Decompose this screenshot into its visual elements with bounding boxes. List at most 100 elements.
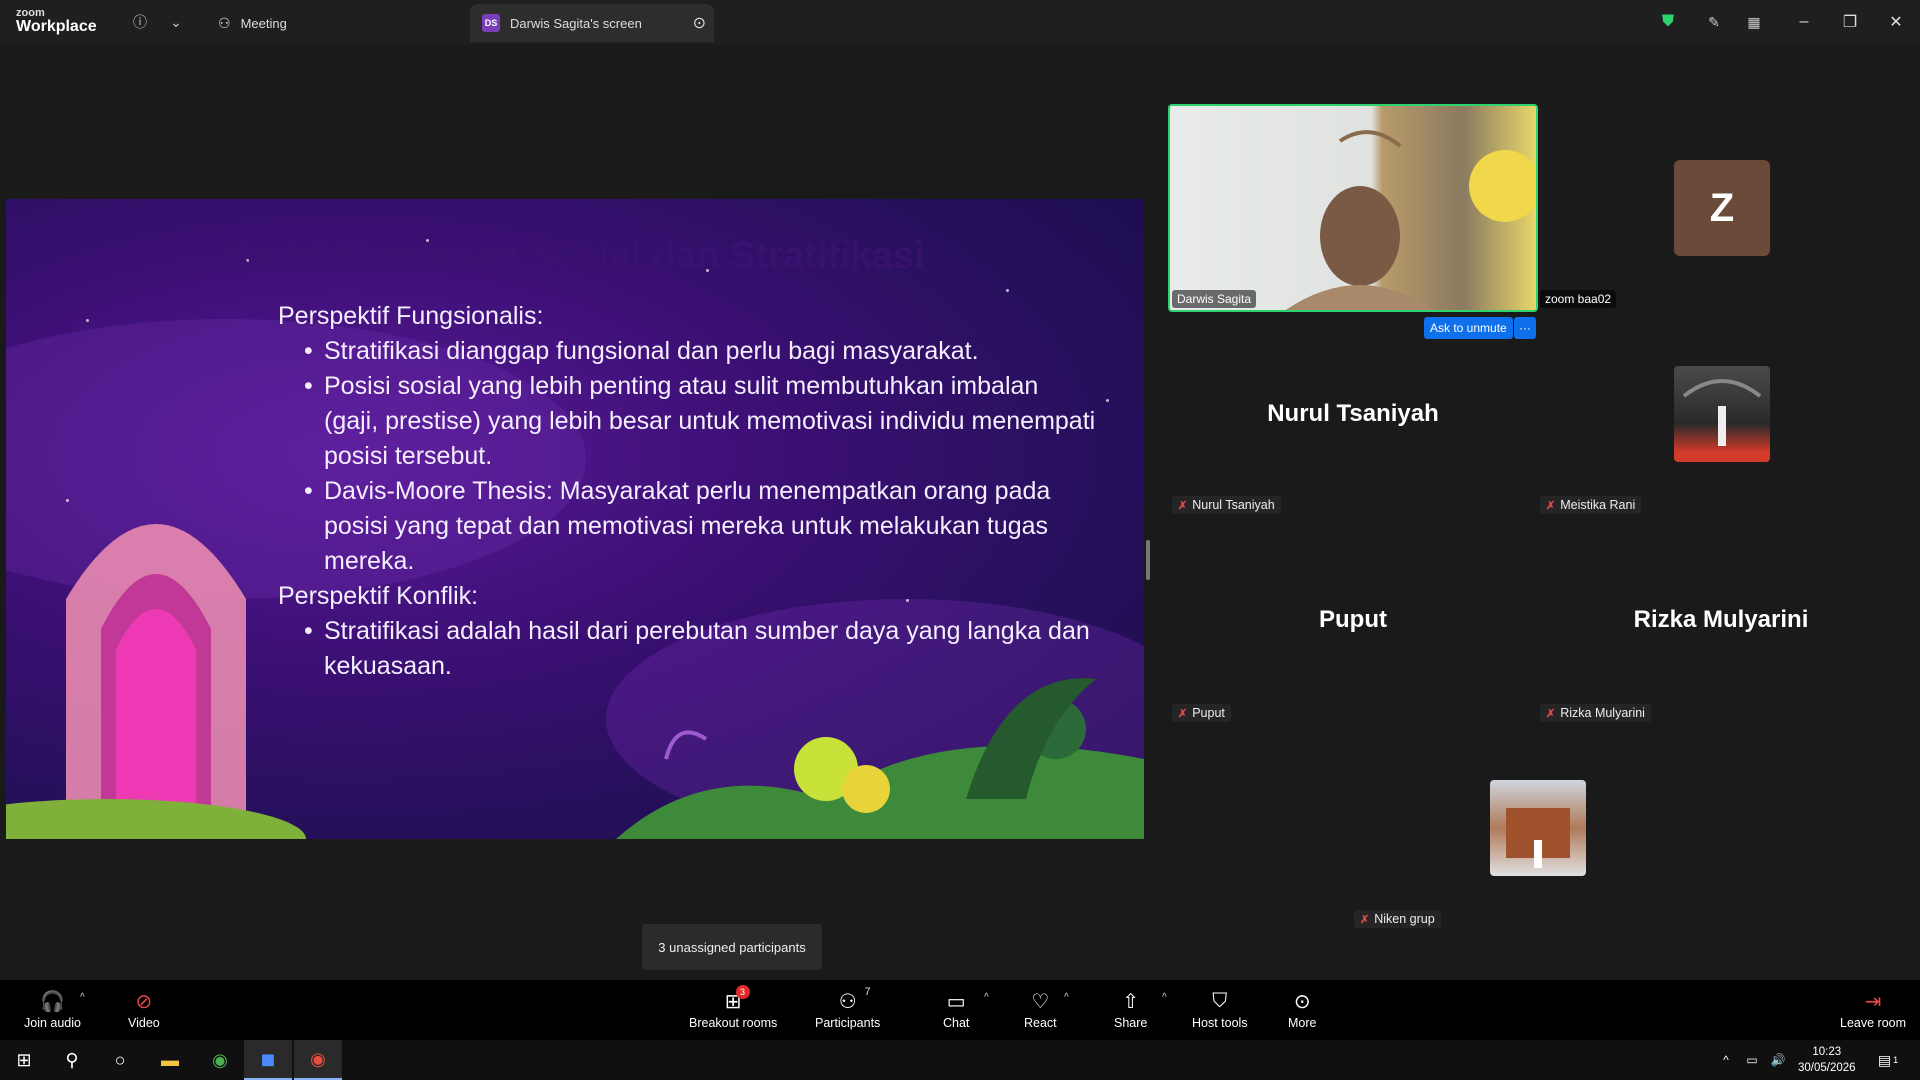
network-icon[interactable]: ▭ bbox=[1740, 1040, 1764, 1080]
meeting-controls: 🎧 Join audio ^ ⊘ Video ⊞ 3 Breakout rooms… bbox=[0, 980, 1920, 1040]
more-icon: ⊙ bbox=[1293, 990, 1311, 1013]
shield-icon: ⛉ bbox=[1212, 989, 1228, 1012]
participant-chip-puput: ✗ Puput bbox=[1172, 704, 1231, 722]
list-fungsionalis: Stratifikasi dianggap fungsional dan per… bbox=[304, 334, 1098, 579]
name-nurul: Nurul Tsaniyah bbox=[1267, 400, 1439, 427]
chat-icon: ▭ bbox=[946, 990, 966, 1013]
participants-button[interactable]: ⚇ 7 Participants bbox=[815, 986, 881, 1030]
list-item: Davis-Moore Thesis: Masyarakat perlu men… bbox=[304, 474, 1098, 579]
mic-muted-icon: ✗ bbox=[1360, 913, 1370, 926]
more-label: More bbox=[1288, 1016, 1317, 1030]
volume-icon[interactable]: 🔊 bbox=[1766, 1040, 1790, 1080]
shield-icon[interactable]: ⛊ bbox=[1658, 12, 1678, 32]
windows-start-icon[interactable]: ⊞ bbox=[0, 1040, 48, 1080]
mic-muted-icon: ✗ bbox=[1546, 499, 1556, 512]
pencil-icon[interactable]: ✎ bbox=[1704, 12, 1724, 32]
restore-button[interactable]: ❐ bbox=[1838, 10, 1862, 34]
zoom-taskbar-icon[interactable]: ◼ bbox=[244, 1040, 292, 1080]
participants-label: Participants bbox=[815, 1016, 881, 1030]
chip-label: Niken grup bbox=[1374, 912, 1435, 926]
chrome-icon[interactable]: ◉ bbox=[196, 1040, 244, 1080]
chevron-up-icon[interactable]: ^ bbox=[1714, 1040, 1738, 1080]
heading-fungsionalis: Perspektif Fungsionalis: bbox=[278, 302, 544, 330]
join-audio-label: Join audio bbox=[24, 1016, 81, 1030]
file-explorer-icon[interactable]: ▬ bbox=[146, 1040, 194, 1080]
leave-room-button[interactable]: ⇥ Leave room bbox=[1840, 988, 1907, 1031]
react-options-caret[interactable]: ^ bbox=[1064, 992, 1069, 1003]
close-button[interactable]: ✕ bbox=[1884, 10, 1908, 34]
star-decoration bbox=[66, 499, 69, 502]
title-bar: zoom Workplace ⓘ ⌄ ⚇ Meeting DS Darwis S… bbox=[0, 0, 1920, 44]
info-icon[interactable]: ⓘ bbox=[130, 12, 150, 32]
video-name-chip: Darwis Sagita bbox=[1172, 290, 1257, 308]
layout-icon[interactable]: ▦ bbox=[1744, 12, 1764, 32]
participant-chip-meistika: ✗ Meistika Rani bbox=[1540, 496, 1642, 514]
mic-muted-icon: ✗ bbox=[1178, 499, 1188, 512]
more-button[interactable]: ⊙ More bbox=[1288, 988, 1317, 1031]
zoom-logo: zoom Workplace bbox=[16, 8, 97, 35]
star-decoration bbox=[1006, 289, 1009, 292]
breakout-label: Breakout rooms bbox=[689, 1016, 778, 1030]
name-rizka: Rizka Mulyarini bbox=[1633, 606, 1809, 633]
tab-screen-label: Darwis Sagita's screen bbox=[510, 15, 642, 31]
tab-meeting[interactable]: ⚇ Meeting bbox=[218, 4, 287, 42]
tab-meeting-label: Meeting bbox=[240, 15, 287, 31]
heart-icon: ♡ bbox=[1031, 990, 1050, 1013]
unassigned-tooltip: 3 unassigned participants bbox=[642, 924, 822, 970]
logo-line2: Workplace bbox=[16, 18, 97, 35]
list-item: Stratifikasi adalah hasil dari perebutan… bbox=[304, 614, 1098, 684]
notification-icon[interactable]: ▤ 1 bbox=[1868, 1040, 1908, 1080]
avatar bbox=[1674, 366, 1770, 462]
participant-video bbox=[1285, 130, 1536, 310]
participant-more-button[interactable]: ··· bbox=[1514, 317, 1536, 339]
host-tools-label: Host tools bbox=[1192, 1016, 1248, 1030]
chevron-down-icon[interactable]: ⌄ bbox=[166, 12, 186, 32]
chat-options-caret[interactable]: ^ bbox=[984, 992, 989, 1003]
leave-icon: ⇥ bbox=[1864, 990, 1882, 1013]
list-item: Stratifikasi dianggap fungsional dan per… bbox=[304, 334, 1098, 369]
audio-options-caret[interactable]: ^ bbox=[80, 992, 85, 1003]
mic-muted-icon: ✗ bbox=[1178, 707, 1188, 720]
participants-icon: ⚇ 7 bbox=[838, 986, 871, 1013]
video-button[interactable]: ⊘ Video bbox=[128, 988, 160, 1031]
leave-label: Leave room bbox=[1840, 1016, 1907, 1030]
chrome-taskbar-icon[interactable]: ◉ bbox=[294, 1040, 342, 1080]
chat-button[interactable]: ▭ Chat bbox=[943, 988, 970, 1031]
chip-label: Rizka Mulyarini bbox=[1560, 706, 1645, 720]
meeting-icon: ⚇ bbox=[218, 14, 231, 31]
share-options-caret[interactable]: ^ bbox=[1162, 992, 1167, 1003]
participants-count: 7 bbox=[864, 986, 871, 998]
video-off-icon: ⊘ bbox=[135, 990, 153, 1013]
search-icon[interactable]: ⚲ bbox=[48, 1040, 96, 1080]
share-icon: ⇧ bbox=[1122, 990, 1140, 1013]
slide-title: Ketidaksetaraan Sosial dan Stratifikasi bbox=[225, 235, 925, 277]
react-label: React bbox=[1024, 1016, 1057, 1030]
shared-slide: Ketidaksetaraan Sosial dan Stratifikasi … bbox=[6, 199, 1144, 839]
notification-count: 1 bbox=[1893, 1055, 1899, 1065]
share-label: Share bbox=[1114, 1016, 1148, 1030]
video-label: Video bbox=[128, 1016, 160, 1030]
chat-label: Chat bbox=[943, 1016, 970, 1030]
participant-chip-rizka: ✗ Rizka Mulyarini bbox=[1540, 704, 1651, 722]
system-clock[interactable]: 10:23 30/05/2026 bbox=[1798, 1044, 1856, 1076]
participant-chip-nurul: ✗ Nurul Tsaniyah bbox=[1172, 496, 1281, 514]
mic-muted-icon: ✗ bbox=[1546, 707, 1556, 720]
video-tile-darwis[interactable]: Darwis Sagita bbox=[1168, 104, 1538, 312]
ask-to-unmute-button[interactable]: Ask to unmute bbox=[1424, 317, 1513, 339]
react-button[interactable]: ♡ React bbox=[1024, 988, 1057, 1031]
host-tools-button[interactable]: ⛉ Host tools bbox=[1192, 988, 1248, 1031]
task-view-icon[interactable]: ○ bbox=[96, 1040, 144, 1080]
split-handle[interactable] bbox=[1146, 540, 1150, 580]
join-audio-button[interactable]: 🎧 Join audio bbox=[24, 988, 81, 1031]
minimize-button[interactable]: – bbox=[1792, 10, 1816, 34]
clock-time: 10:23 bbox=[1812, 1046, 1842, 1058]
tab-shared-screen[interactable]: DS Darwis Sagita's screen ⊙ bbox=[470, 4, 714, 42]
name-puput: Puput bbox=[1319, 606, 1387, 633]
breakout-rooms-button[interactable]: ⊞ 3 Breakout rooms bbox=[689, 985, 778, 1030]
share-button[interactable]: ⇧ Share bbox=[1114, 988, 1148, 1031]
avatar: Z bbox=[1674, 160, 1770, 256]
more-options-icon[interactable]: ⊙ bbox=[693, 13, 706, 33]
chip-label: Puput bbox=[1192, 706, 1225, 720]
star-decoration bbox=[1106, 399, 1109, 402]
zoom-baa02-chip: zoom baa02 bbox=[1540, 290, 1617, 308]
